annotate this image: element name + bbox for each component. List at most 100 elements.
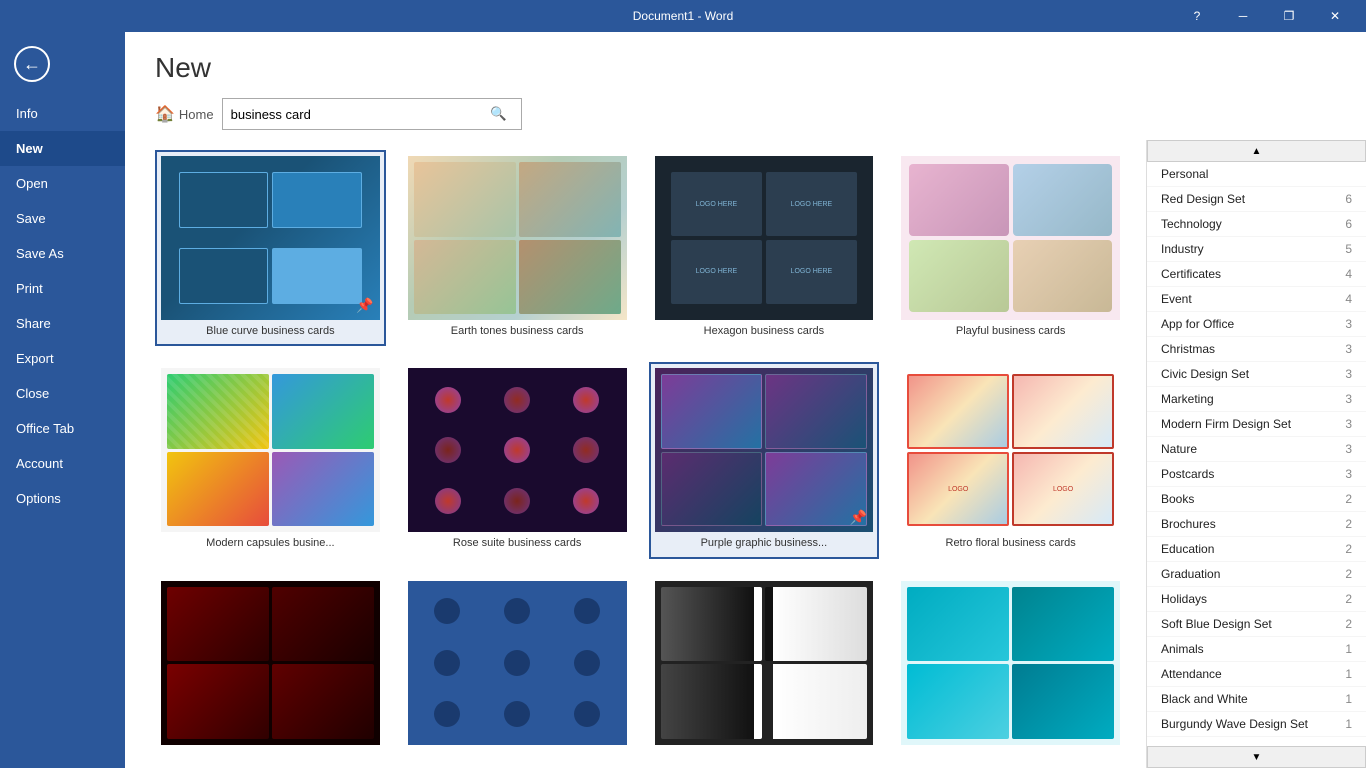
filter-label: Christmas [1161, 342, 1215, 356]
title-bar-controls: ? ─ ❐ ✕ [1174, 0, 1358, 32]
filter-scroll-up-button[interactable]: ▲ [1147, 140, 1366, 162]
scroll-down-icon: ▼ [1252, 752, 1262, 763]
filter-count: 3 [1336, 442, 1352, 456]
filter-label: Personal [1161, 167, 1208, 181]
template-card[interactable]: Rose suite business cards [402, 362, 633, 558]
filter-count: 3 [1336, 367, 1352, 381]
filter-item-christmas[interactable]: Christmas 3 [1147, 337, 1366, 362]
filter-item-red-design-set[interactable]: Red Design Set 6 [1147, 187, 1366, 212]
template-grid: 📌 Blue curve business cards [155, 150, 1126, 757]
template-card[interactable]: Playful business cards [895, 150, 1126, 346]
filter-item-soft-blue[interactable]: Soft Blue Design Set 2 [1147, 612, 1366, 637]
template-label: Retro floral business cards [901, 532, 1120, 552]
filter-count: 1 [1336, 692, 1352, 706]
filter-item-modern-firm[interactable]: Modern Firm Design Set 3 [1147, 412, 1366, 437]
template-card[interactable]: 📌 Blue curve business cards [155, 150, 386, 346]
sidebar-item-info[interactable]: Info [0, 96, 125, 131]
search-button[interactable]: 🔍 [483, 99, 515, 129]
template-preview [901, 156, 1120, 320]
sidebar-item-close[interactable]: Close [0, 376, 125, 411]
template-card[interactable]: 📌 Purple graphic business... [649, 362, 880, 558]
template-label: Rose suite business cards [408, 532, 627, 552]
filter-item-education[interactable]: Education 2 [1147, 537, 1366, 562]
filter-item-black-and-white[interactable]: Black and White 1 [1147, 687, 1366, 712]
sidebar-item-save[interactable]: Save [0, 201, 125, 236]
filter-item-graduation[interactable]: Graduation 2 [1147, 562, 1366, 587]
filter-count: 2 [1336, 542, 1352, 556]
filter-count: 4 [1336, 292, 1352, 306]
sidebar-item-save-as[interactable]: Save As [0, 236, 125, 271]
home-link[interactable]: 🏠 Home [155, 104, 214, 124]
filter-item-event[interactable]: Event 4 [1147, 287, 1366, 312]
filter-item-personal[interactable]: Personal [1147, 162, 1366, 187]
sidebar-item-share[interactable]: Share [0, 306, 125, 341]
back-circle-icon: ← [14, 46, 50, 82]
sidebar-item-account[interactable]: Account [0, 446, 125, 481]
template-preview [408, 581, 627, 745]
filter-label: Soft Blue Design Set [1161, 617, 1272, 631]
template-preview [655, 581, 874, 745]
filter-count: 2 [1336, 567, 1352, 581]
sidebar-item-print[interactable]: Print [0, 271, 125, 306]
template-card[interactable]: Modern capsules busine... [155, 362, 386, 558]
filter-item-animals[interactable]: Animals 1 [1147, 637, 1366, 662]
sidebar-item-office-tab[interactable]: Office Tab [0, 411, 125, 446]
template-card[interactable]: LOGO LOGO Retro floral business cards [895, 362, 1126, 558]
filter-count: 5 [1336, 242, 1352, 256]
restore-button[interactable]: ❐ [1266, 0, 1312, 32]
sidebar-item-options[interactable]: Options [0, 481, 125, 516]
filter-item-technology[interactable]: Technology 6 [1147, 212, 1366, 237]
filter-item-civic-design-set[interactable]: Civic Design Set 3 [1147, 362, 1366, 387]
filter-item-postcards[interactable]: Postcards 3 [1147, 462, 1366, 487]
filter-label: Technology [1161, 217, 1222, 231]
filter-count: 3 [1336, 342, 1352, 356]
template-card[interactable] [649, 575, 880, 757]
filter-item-nature[interactable]: Nature 3 [1147, 437, 1366, 462]
filter-label: Postcards [1161, 467, 1214, 481]
sidebar-item-open[interactable]: Open [0, 166, 125, 201]
template-preview: LOGO HERE LOGO HERE LOGO HERE LOGO HERE [655, 156, 874, 320]
close-button[interactable]: ✕ [1312, 0, 1358, 32]
template-card[interactable]: Earth tones business cards [402, 150, 633, 346]
template-grid-wrap: 📌 Blue curve business cards [125, 140, 1146, 768]
back-button[interactable]: ← [8, 40, 56, 88]
sidebar: ← Info New Open Save Save As Print Share… [0, 32, 125, 768]
help-button[interactable]: ? [1174, 0, 1220, 32]
filter-item-certificates[interactable]: Certificates 4 [1147, 262, 1366, 287]
filter-item-books[interactable]: Books 2 [1147, 487, 1366, 512]
template-card[interactable] [402, 575, 633, 757]
filter-label: Brochures [1161, 517, 1216, 531]
filter-label: Modern Firm Design Set [1161, 417, 1291, 431]
template-card[interactable] [155, 575, 386, 757]
filter-item-burgundy-wave[interactable]: Burgundy Wave Design Set 1 [1147, 712, 1366, 737]
filter-item-industry[interactable]: Industry 5 [1147, 237, 1366, 262]
search-input[interactable] [223, 101, 483, 128]
filter-count: 1 [1336, 717, 1352, 731]
sidebar-item-new[interactable]: New [0, 131, 125, 166]
filter-count: 4 [1336, 267, 1352, 281]
filter-label: Education [1161, 542, 1214, 556]
main-layout: ← Info New Open Save Save As Print Share… [0, 32, 1366, 768]
filter-item-app-for-office[interactable]: App for Office 3 [1147, 312, 1366, 337]
filter-scroll-down-button[interactable]: ▼ [1147, 746, 1366, 768]
template-card[interactable] [895, 575, 1126, 757]
template-label: Playful business cards [901, 320, 1120, 340]
filter-count: 2 [1336, 492, 1352, 506]
template-label: Purple graphic business... [655, 532, 874, 552]
minimize-button[interactable]: ─ [1220, 0, 1266, 32]
filter-count: 3 [1336, 417, 1352, 431]
sidebar-item-export[interactable]: Export [0, 341, 125, 376]
filter-label: Red Design Set [1161, 192, 1245, 206]
filter-item-marketing[interactable]: Marketing 3 [1147, 387, 1366, 412]
filter-item-attendance[interactable]: Attendance 1 [1147, 662, 1366, 687]
template-preview [161, 581, 380, 745]
filter-label: Certificates [1161, 267, 1221, 281]
filter-label: Graduation [1161, 567, 1220, 581]
template-label [655, 745, 874, 751]
filter-item-brochures[interactable]: Brochures 2 [1147, 512, 1366, 537]
filter-scroll-area[interactable]: Personal Red Design Set 6 Technology 6 I… [1147, 162, 1366, 746]
template-preview: 📌 [655, 368, 874, 532]
filter-item-holidays[interactable]: Holidays 2 [1147, 587, 1366, 612]
pin-icon: 📌 [356, 297, 373, 314]
template-card[interactable]: LOGO HERE LOGO HERE LOGO HERE LOGO HERE … [649, 150, 880, 346]
